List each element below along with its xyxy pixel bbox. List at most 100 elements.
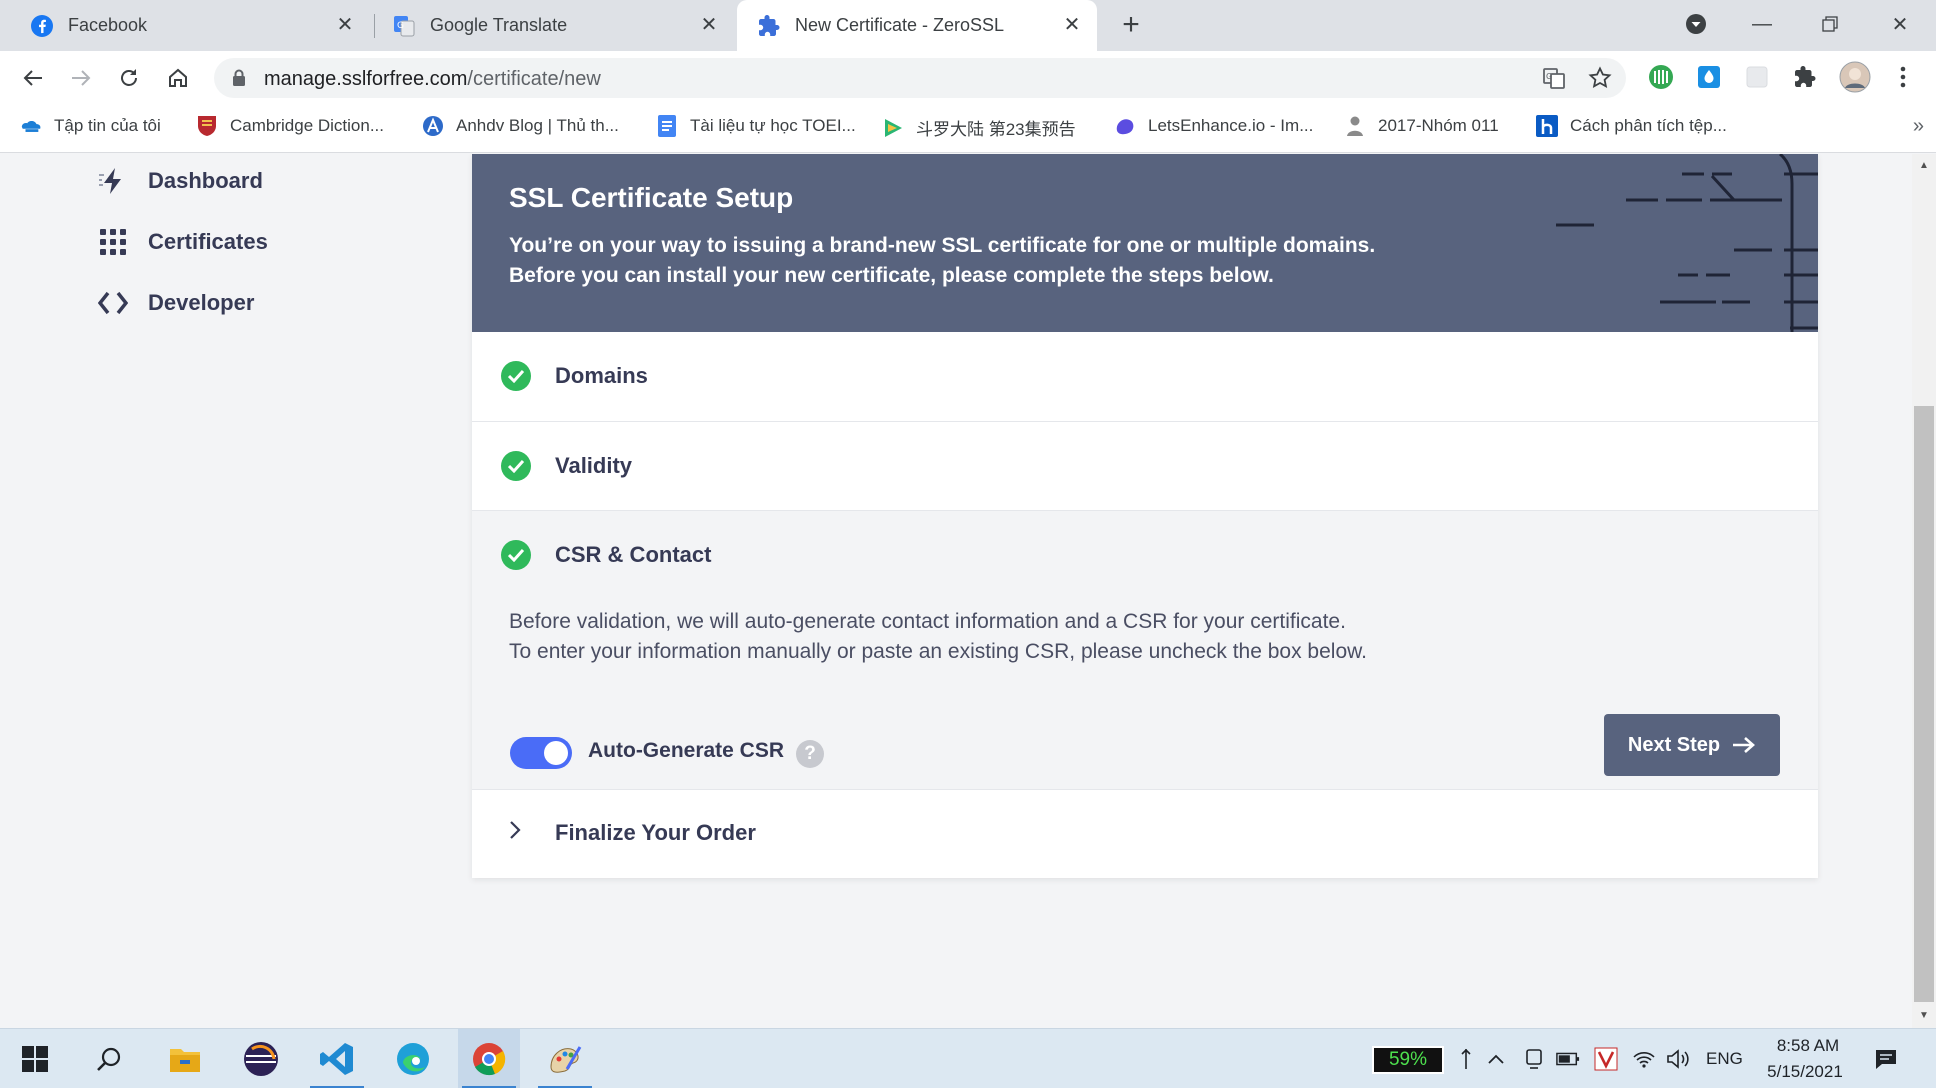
step-validity[interactable]: Validity (472, 422, 1818, 511)
check-circle-icon (501, 540, 531, 570)
scroll-down-icon[interactable]: ▼ (1918, 1010, 1930, 1022)
step-csr-contact[interactable]: CSR & Contact Before validation, we will… (472, 511, 1818, 790)
vscode-icon[interactable] (306, 1029, 368, 1088)
notifications-icon[interactable] (1874, 1047, 1898, 1071)
help-question-icon[interactable]: ? (796, 740, 824, 768)
step-label: Finalize Your Order (555, 820, 756, 845)
edge-icon[interactable] (382, 1029, 444, 1088)
extension-drop-icon[interactable] (1696, 64, 1722, 90)
new-tab-button[interactable]: + (1116, 10, 1146, 40)
bookmark-item[interactable]: Tài liệu tự học TOEI... (656, 115, 856, 137)
meet-now-icon[interactable] (1522, 1047, 1546, 1071)
check-circle-icon (501, 361, 531, 391)
bookmark-label: LetsEnhance.io - Im... (1148, 116, 1314, 135)
chrome-menu-icon[interactable] (1890, 64, 1916, 90)
chrome-icon[interactable] (458, 1029, 520, 1088)
tab-title: Google Translate (430, 15, 568, 35)
lock-icon[interactable] (232, 69, 246, 92)
scroll-thumb[interactable] (1914, 406, 1934, 1002)
next-step-label: Next Step (1627, 733, 1721, 756)
back-icon[interactable] (18, 63, 48, 93)
scroll-up-icon[interactable]: ▲ (1918, 160, 1930, 172)
letsenhance-blob-icon (1114, 115, 1136, 137)
facebook-icon (30, 14, 54, 38)
address-bar[interactable]: manage.sslforfree.com/certificate/new G (214, 58, 1626, 98)
grid-icon (96, 225, 130, 259)
bookmark-label: 斗罗大陆 第23集预告 (916, 120, 1076, 139)
play-icon (882, 117, 904, 139)
extension-blank-icon[interactable] (1744, 64, 1770, 90)
restore-icon[interactable] (1810, 8, 1850, 40)
bookmarks-overflow-icon[interactable]: » (1913, 115, 1924, 138)
sidebar-item-certificates[interactable]: Certificates (96, 225, 268, 259)
bookmark-item[interactable]: Tập tin của tôi (20, 115, 161, 137)
paint-icon[interactable] (534, 1029, 596, 1088)
close-tab-icon[interactable]: ✕ (1061, 14, 1083, 36)
next-step-button[interactable]: Next Step (1604, 714, 1780, 776)
extensions-puzzle-icon[interactable] (1792, 64, 1818, 90)
profile-avatar-icon[interactable] (1838, 60, 1872, 94)
google-translate-icon: G (392, 14, 416, 38)
chevron-up-icon[interactable] (1484, 1047, 1508, 1071)
wifi-icon[interactable] (1632, 1047, 1656, 1071)
bookmark-label: 2017-Nhóm 011 (1378, 116, 1499, 135)
url-path: /certificate/new (467, 68, 601, 90)
setup-description-line: You’re on your way to issuing a brand-ne… (509, 234, 1376, 257)
bookmark-item[interactable]: LetsEnhance.io - Im... (1114, 115, 1313, 137)
toggle-label: Auto-Generate CSR (588, 739, 785, 762)
page-title: SSL Certificate Setup (509, 182, 794, 213)
extension-green-icon[interactable] (1648, 64, 1674, 90)
volume-icon[interactable] (1666, 1047, 1690, 1071)
battery-icon[interactable] (1556, 1047, 1580, 1071)
tab-zerossl[interactable]: New Certificate - ZeroSSL ✕ (737, 0, 1097, 51)
cloud-drive-icon (20, 115, 42, 137)
page-scrollbar[interactable]: ▲ ▼ (1912, 154, 1936, 1028)
reload-icon[interactable] (114, 63, 144, 93)
lightning-icon (96, 164, 130, 198)
sidebar-item-developer[interactable]: Developer (96, 286, 254, 320)
vivaldi-v-icon[interactable] (1594, 1047, 1618, 1071)
sidebar-item-label: Dashboard (148, 168, 263, 193)
url-text: manage.sslforfree.com/certificate/new (264, 68, 601, 91)
search-icon[interactable] (78, 1029, 140, 1088)
translate-page-icon[interactable]: G (1542, 66, 1566, 95)
puzzle-icon (757, 14, 781, 38)
minimize-icon[interactable]: — (1742, 8, 1782, 40)
bookmark-item[interactable]: 斗罗大陆 第23集预告 (882, 115, 1076, 140)
windows-start-icon[interactable] (4, 1029, 66, 1088)
svg-text:G: G (397, 21, 404, 31)
cambridge-shield-icon (196, 115, 218, 137)
close-tab-icon[interactable]: ✕ (698, 14, 720, 36)
file-explorer-icon[interactable] (154, 1029, 216, 1088)
tab-title: New Certificate - ZeroSSL (795, 15, 1005, 35)
step-label: CSR & Contact (555, 542, 712, 567)
csr-info-line: To enter your information manually or pa… (509, 640, 1367, 663)
step-label: Domains (555, 363, 648, 388)
clock-time[interactable]: 8:58 AM (1766, 1036, 1850, 1056)
input-language[interactable]: ENG (1706, 1049, 1743, 1069)
tab-facebook[interactable]: Facebook ✕ (10, 0, 370, 51)
eclipse-icon[interactable] (230, 1029, 292, 1088)
close-tab-icon[interactable]: ✕ (334, 14, 356, 36)
forward-icon[interactable] (66, 63, 96, 93)
tab-google-translate[interactable]: G Google Translate ✕ (372, 0, 734, 51)
step-finalize-order[interactable]: Finalize Your Order (472, 790, 1818, 878)
bookmark-label: Tài liệu tự học TOEI... (690, 116, 856, 135)
tab-search-icon[interactable] (1676, 8, 1716, 40)
sidebar-item-dashboard[interactable]: Dashboard (96, 164, 263, 198)
code-icon (96, 286, 130, 320)
bookmark-item[interactable]: Anhdv Blog | Thủ th... (422, 115, 619, 137)
home-icon[interactable] (163, 63, 193, 93)
check-circle-icon (501, 451, 531, 481)
clock-date[interactable]: 5/15/2021 (1758, 1062, 1852, 1082)
star-icon[interactable] (1588, 66, 1612, 95)
sidebar-item-label: Developer (148, 290, 255, 315)
bookmark-item[interactable]: Cách phân tích tệp... (1536, 115, 1727, 137)
step-domains[interactable]: Domains (472, 332, 1818, 422)
touch-pen-icon[interactable] (1454, 1047, 1478, 1071)
window-close-icon[interactable]: ✕ (1880, 8, 1920, 40)
blog-a-icon (422, 115, 444, 137)
auto-generate-csr-toggle[interactable] (510, 737, 572, 769)
bookmark-item[interactable]: 2017-Nhóm 011 (1344, 115, 1499, 137)
bookmark-item[interactable]: Cambridge Diction... (196, 115, 384, 137)
